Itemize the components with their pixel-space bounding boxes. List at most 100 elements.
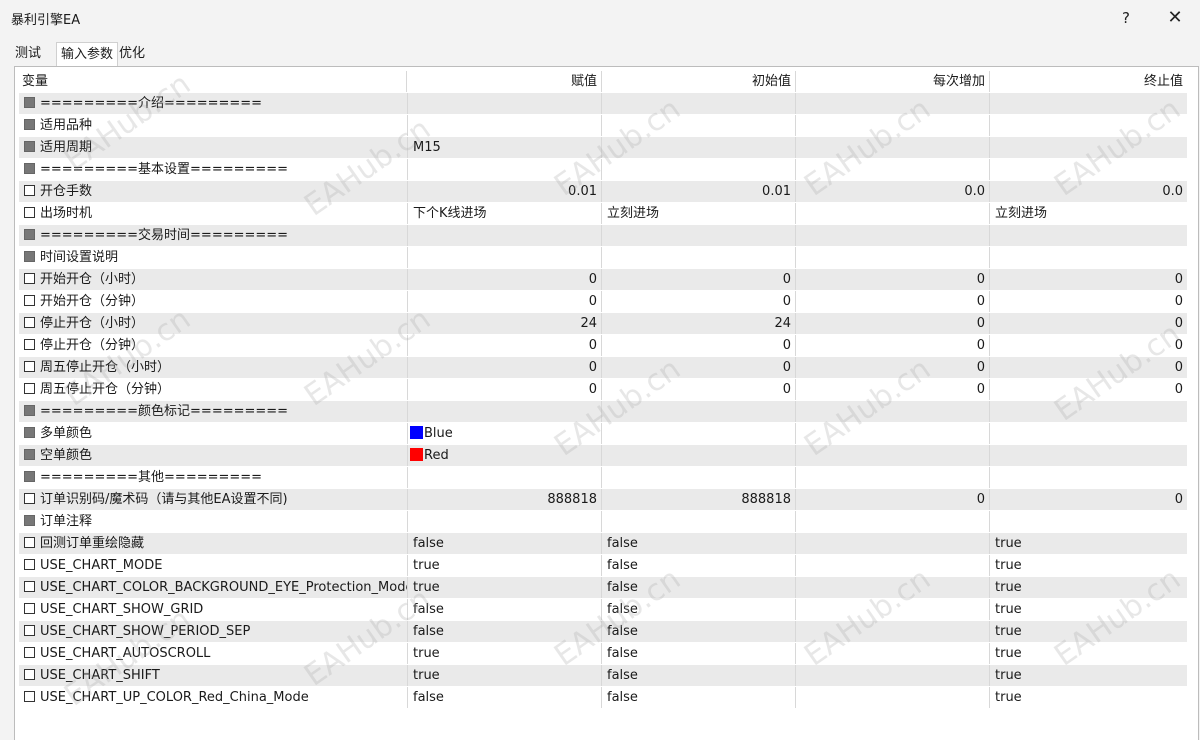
column-header-variable[interactable]: 变量	[19, 71, 407, 92]
table-row[interactable]: 适用周期 M15	[19, 137, 1187, 159]
value-cell[interactable]: false	[408, 687, 602, 708]
start-cell[interactable]	[602, 115, 796, 136]
help-button[interactable]: ?	[1106, 4, 1146, 32]
optimize-checkbox[interactable]	[24, 383, 35, 394]
step-cell[interactable]	[796, 621, 990, 642]
step-cell[interactable]	[796, 203, 990, 224]
value-cell[interactable]: 24	[408, 313, 602, 334]
table-row[interactable]: =========基本设置=========	[19, 159, 1187, 181]
stop-cell[interactable]: 0	[990, 357, 1187, 378]
stop-cell[interactable]	[990, 467, 1187, 488]
table-row[interactable]: =========交易时间=========	[19, 225, 1187, 247]
value-cell[interactable]: true	[408, 665, 602, 686]
stop-cell[interactable]: true	[990, 643, 1187, 664]
stop-cell[interactable]	[990, 115, 1187, 136]
value-cell[interactable]: true	[408, 555, 602, 576]
step-cell[interactable]	[796, 511, 990, 532]
stop-cell[interactable]	[990, 247, 1187, 268]
table-row[interactable]: USE_CHART_SHOW_GRID false false true	[19, 599, 1187, 621]
value-cell[interactable]: 888818	[408, 489, 602, 510]
start-cell[interactable]: 0.01	[602, 181, 796, 202]
tab-inputs[interactable]: 输入参数	[56, 42, 119, 69]
step-cell[interactable]	[796, 93, 990, 114]
value-cell[interactable]: true	[408, 643, 602, 664]
start-cell[interactable]: false	[602, 643, 796, 664]
column-header-start[interactable]: 初始值	[602, 71, 796, 92]
table-row[interactable]: USE_CHART_SHIFT true false true	[19, 665, 1187, 687]
optimize-checkbox[interactable]	[24, 669, 35, 680]
tab-optimization[interactable]: 优化	[115, 44, 149, 66]
step-cell[interactable]	[796, 247, 990, 268]
step-cell[interactable]: 0.0	[796, 181, 990, 202]
stop-cell[interactable]: 0	[990, 291, 1187, 312]
stop-cell[interactable]	[990, 137, 1187, 158]
start-cell[interactable]: false	[602, 687, 796, 708]
stop-cell[interactable]: 0	[990, 269, 1187, 290]
stop-cell[interactable]: 0	[990, 489, 1187, 510]
stop-cell[interactable]: 0.0	[990, 181, 1187, 202]
step-cell[interactable]	[796, 225, 990, 246]
table-row[interactable]: 开始开仓（小时） 0 0 0 0	[19, 269, 1187, 291]
value-cell[interactable]: 0	[408, 357, 602, 378]
value-cell[interactable]: 下个K线进场	[408, 203, 602, 224]
start-cell[interactable]: false	[602, 533, 796, 554]
optimize-checkbox[interactable]	[24, 273, 35, 284]
close-button[interactable]: ✕	[1155, 4, 1195, 32]
stop-cell[interactable]	[990, 445, 1187, 466]
stop-cell[interactable]	[990, 159, 1187, 180]
step-cell[interactable]: 0	[796, 313, 990, 334]
stop-cell[interactable]: 0	[990, 379, 1187, 400]
stop-cell[interactable]	[990, 423, 1187, 444]
step-cell[interactable]	[796, 665, 990, 686]
optimize-checkbox[interactable]	[24, 295, 35, 306]
start-cell[interactable]	[602, 423, 796, 444]
step-cell[interactable]	[796, 467, 990, 488]
value-cell[interactable]	[408, 115, 602, 136]
stop-cell[interactable]: true	[990, 621, 1187, 642]
start-cell[interactable]: 0	[602, 357, 796, 378]
stop-cell[interactable]: true	[990, 555, 1187, 576]
optimize-checkbox[interactable]	[24, 427, 35, 438]
start-cell[interactable]: 0	[602, 335, 796, 356]
value-cell[interactable]: 0	[408, 269, 602, 290]
table-row[interactable]: 出场时机 下个K线进场 立刻进场 立刻进场	[19, 203, 1187, 225]
stop-cell[interactable]	[990, 401, 1187, 422]
stop-cell[interactable]	[990, 511, 1187, 532]
step-cell[interactable]: 0	[796, 379, 990, 400]
start-cell[interactable]	[602, 401, 796, 422]
optimize-checkbox[interactable]	[24, 449, 35, 460]
stop-cell[interactable]: 0	[990, 335, 1187, 356]
table-row[interactable]: USE_CHART_UP_COLOR_Red_China_Mode false fa…	[19, 687, 1187, 709]
value-cell[interactable]: 0	[408, 335, 602, 356]
step-cell[interactable]	[796, 115, 990, 136]
value-cell[interactable]	[408, 401, 602, 422]
table-row[interactable]: USE_CHART_SHOW_PERIOD_SEP false false true	[19, 621, 1187, 643]
table-row[interactable]: 多单颜色 Blue	[19, 423, 1187, 445]
optimize-checkbox[interactable]	[24, 691, 35, 702]
optimize-checkbox[interactable]	[24, 229, 35, 240]
value-cell[interactable]: Blue	[408, 423, 602, 444]
optimize-checkbox[interactable]	[24, 163, 35, 174]
start-cell[interactable]: false	[602, 599, 796, 620]
value-cell[interactable]	[408, 467, 602, 488]
start-cell[interactable]: 立刻进场	[602, 203, 796, 224]
start-cell[interactable]: 888818	[602, 489, 796, 510]
table-row[interactable]: USE_CHART_AUTOSCROLL true false true	[19, 643, 1187, 665]
step-cell[interactable]	[796, 643, 990, 664]
step-cell[interactable]	[796, 423, 990, 444]
value-cell[interactable]: false	[408, 599, 602, 620]
optimize-checkbox[interactable]	[24, 361, 35, 372]
step-cell[interactable]: 0	[796, 357, 990, 378]
table-row[interactable]: 时间设置说明	[19, 247, 1187, 269]
table-row[interactable]: USE_CHART_COLOR_BACKGROUND_EYE_Protectio…	[19, 577, 1187, 599]
step-cell[interactable]	[796, 599, 990, 620]
table-row[interactable]: 回测订单重绘隐藏 false false true	[19, 533, 1187, 555]
value-cell[interactable]: false	[408, 533, 602, 554]
stop-cell[interactable]: true	[990, 665, 1187, 686]
table-row[interactable]: 订单注释	[19, 511, 1187, 533]
step-cell[interactable]	[796, 137, 990, 158]
column-header-stop[interactable]: 终止值	[990, 71, 1187, 92]
step-cell[interactable]	[796, 555, 990, 576]
stop-cell[interactable]: true	[990, 577, 1187, 598]
stop-cell[interactable]: 立刻进场	[990, 203, 1187, 224]
